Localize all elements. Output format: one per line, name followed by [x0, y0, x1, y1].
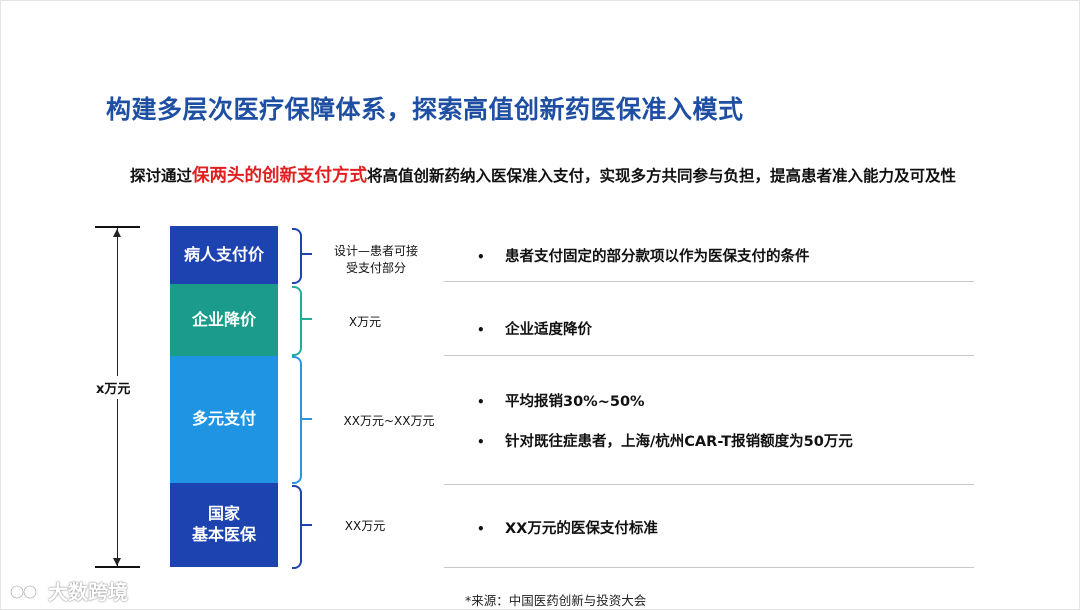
total-bracket-bottom-cap — [95, 566, 140, 568]
subtitle-suffix: 将高值创新药纳入医保准入支付，实现多方共同参与负担，提高患者准入能力及可及性 — [367, 167, 957, 185]
bullet-patient-payment: • 患者支付固定的部分款项以作为医保支付的条件 — [477, 245, 810, 266]
bullet-text: 针对既往症患者，上海/杭州CAR-T报销额度为50万元 — [505, 434, 853, 450]
row-separator — [444, 484, 974, 485]
bullet-multi-payment-1: • 平均报销30%~50% — [477, 390, 645, 411]
brace-basic-insurance — [292, 485, 302, 569]
block-enterprise-discount: 企业降价 — [170, 284, 278, 356]
brace-multi-payment — [292, 356, 302, 484]
slide-title: 构建多层次医疗保障体系，探索高值创新药医保准入模式 — [106, 95, 744, 124]
watermark-logo-icon — [9, 584, 38, 599]
block-basic-insurance: 国家 基本医保 — [170, 483, 278, 567]
bullet-basic-insurance: • XX万元的医保支付标准 — [477, 517, 658, 538]
bullet-marker: • — [477, 250, 485, 264]
block-multi-payment: 多元支付 — [170, 356, 278, 483]
bullet-marker: • — [477, 395, 485, 409]
amount-patient-payment: 设计—患者可接 受支付部分 — [333, 244, 418, 276]
watermark-text: 大数跨境 — [48, 580, 128, 604]
bullet-text: 平均报销30%~50% — [505, 394, 645, 410]
bullet-marker: • — [477, 435, 485, 449]
bullet-text: XX万元的医保支付标准 — [505, 521, 658, 537]
slide-subtitle: 探讨通过保两头的创新支付方式将高值创新药纳入医保准入支付，实现多方共同参与负担，… — [130, 162, 956, 187]
bullet-multi-payment-2: • 针对既往症患者，上海/杭州CAR-T报销额度为50万元 — [477, 430, 853, 451]
subtitle-highlight: 保两头的创新支付方式 — [192, 166, 368, 186]
brace-patient-payment — [292, 228, 302, 284]
arrow-up-icon — [113, 229, 121, 237]
block-patient-payment: 病人支付价 — [170, 226, 278, 284]
watermark: 大数跨境 — [8, 576, 128, 605]
bullet-text: 患者支付固定的部分款项以作为医保支付的条件 — [505, 249, 810, 265]
amount-multi-payment: XX万元~XX万元 — [343, 414, 435, 428]
brace-tip-patient-payment — [300, 253, 312, 255]
arrow-down-icon — [113, 558, 121, 566]
subtitle-prefix: 探讨通过 — [130, 167, 193, 185]
bullet-enterprise-discount: • 企业适度降价 — [477, 318, 592, 339]
amount-enterprise-discount: X万元 — [348, 315, 382, 329]
total-amount-label: x万元 — [96, 376, 131, 399]
bullet-text: 企业适度降价 — [505, 322, 592, 338]
source-note: *来源：中国医药创新与投资大会 — [465, 593, 647, 608]
brace-tip-enterprise-discount — [300, 318, 312, 320]
row-separator — [444, 281, 974, 282]
brace-enterprise-discount — [292, 286, 302, 356]
bullet-marker: • — [477, 323, 485, 337]
bullet-marker: • — [477, 522, 485, 536]
row-separator — [444, 355, 974, 356]
brace-tip-basic-insurance — [300, 524, 312, 526]
block-basic-insurance-label: 国家 基本医保 — [191, 504, 256, 544]
amount-basic-insurance: XX万元 — [344, 519, 386, 533]
row-separator — [444, 567, 974, 568]
brace-tip-multi-payment — [300, 418, 312, 420]
